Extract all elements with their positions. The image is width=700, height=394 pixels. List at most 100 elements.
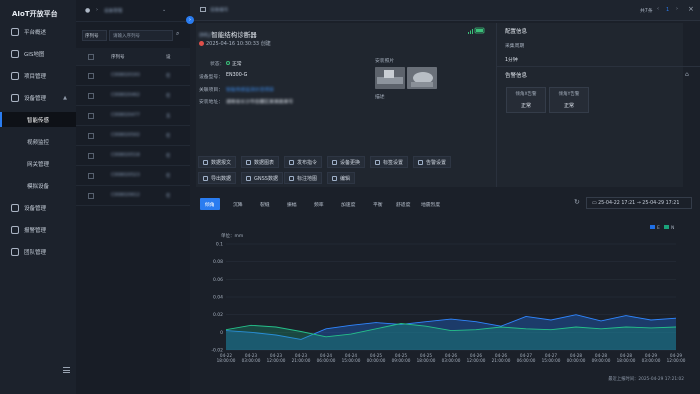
chart-tab[interactable]: 加速度 xyxy=(336,198,360,210)
equipment-icon xyxy=(11,203,19,212)
sidebar-item-smart-sensing[interactable]: 智能传感 xyxy=(0,112,76,127)
x-tick-label: 04-29 03:00:00 xyxy=(642,353,661,363)
search-input[interactable]: 请输入序列号 xyxy=(109,30,173,41)
x-tick-label: 04-25 18:00:00 xyxy=(417,353,436,363)
edit-button[interactable]: 编辑 xyxy=(327,172,356,184)
row-checkbox[interactable] xyxy=(88,112,94,119)
data-message-button[interactable]: 数据报文 xyxy=(198,156,237,168)
collapse-panel-button[interactable]: › xyxy=(186,16,194,24)
gnss-data-button[interactable]: GNSS数据 xyxy=(241,172,283,184)
x-tick-label: 04-28 00:00:00 xyxy=(567,353,586,363)
chart-tab[interactable]: 地震烈度 xyxy=(416,198,445,210)
sidebar-item-team[interactable]: 团队管理 xyxy=(0,244,76,259)
chevron-down-icon[interactable]: ⌄ xyxy=(162,7,166,13)
x-tick-label: 04-23 03:00:00 xyxy=(242,353,261,363)
row-checkbox[interactable] xyxy=(88,92,94,99)
model-value: EN300-G xyxy=(226,73,248,78)
export-data-button[interactable]: 导出数据 xyxy=(198,172,237,184)
filter-select[interactable]: 序列号 xyxy=(82,30,107,41)
menu-toggle-icon[interactable] xyxy=(63,367,70,373)
alarm-y-box: 倾角Y告警 正常 xyxy=(549,87,589,113)
sidebar-item-video[interactable]: 视频监控 xyxy=(0,134,76,149)
row-checkbox[interactable] xyxy=(88,152,94,159)
alarm-settings-button[interactable]: 告警设置 xyxy=(413,156,452,168)
table-row[interactable]: C008020612 在 xyxy=(76,186,190,206)
row-checkbox[interactable] xyxy=(88,172,94,179)
x-tick-label: 04-27 06:00:00 xyxy=(517,353,536,363)
y-unit-label: 单位：mm xyxy=(221,232,243,239)
sidebar-item-gateway[interactable]: 网关管理 xyxy=(0,156,76,171)
tag-settings-button[interactable]: 标签设置 xyxy=(370,156,409,168)
chart-tab[interactable]: 舒适度 xyxy=(391,198,415,210)
divider xyxy=(496,66,700,67)
prev-page-button[interactable]: ‹ xyxy=(657,6,659,12)
chart-tab[interactable]: 裂缝 xyxy=(255,198,275,210)
alarm-x-box: 倾角X告警 正常 xyxy=(506,87,546,113)
project-label: 关联项目： xyxy=(199,88,223,93)
chart-tab[interactable]: 平衡 xyxy=(368,198,388,210)
table-row[interactable]: C008020502 在 xyxy=(76,126,190,146)
date-range-picker[interactable]: ▭ 25-04-22 17:21 → 25-04-29 17:21 xyxy=(586,197,692,209)
x-tick-label: 04-28 09:00:00 xyxy=(592,353,611,363)
x-tick-label: 04-23 21:00:00 xyxy=(292,353,311,363)
device-icon xyxy=(11,93,19,102)
x-tick-label: 04-24 06:00:00 xyxy=(317,353,336,363)
sidebar-item-alarms[interactable]: 报警管理 xyxy=(0,222,76,237)
x-tick-label: 04-28 18:00:00 xyxy=(617,353,636,363)
period-value: 1分钟 xyxy=(505,58,518,63)
table-row[interactable]: C008020462 在 xyxy=(76,86,190,106)
y-tick-label: 0.08 xyxy=(213,259,223,265)
x-tick-label: 04-26 03:00:00 xyxy=(442,353,461,363)
x-tick-label: 04-27 15:00:00 xyxy=(542,353,561,363)
column-serial: 序列号 xyxy=(111,54,125,60)
select-all-checkbox[interactable] xyxy=(88,53,94,60)
device-table: 序列号 设 C008020193 在 C008020462 在 C008020477… xyxy=(76,48,190,206)
x-tick-label: 04-23 12:00:00 xyxy=(267,353,286,363)
data-chart-button[interactable]: 数据图表 xyxy=(241,156,280,168)
sidebar-item-simulated[interactable]: 模拟设备 xyxy=(0,178,76,193)
sidebar-item-device-mgmt[interactable]: 设备管理 ▲ xyxy=(0,90,76,105)
mark-map-button[interactable]: 标注地图 xyxy=(284,172,323,184)
send-command-button[interactable]: 发布指令 xyxy=(284,156,323,168)
sidebar-item-overview[interactable]: 平台概述 xyxy=(0,24,76,39)
x-tick-label: 04-24 15:00:00 xyxy=(342,353,361,363)
alarm-title: 告警信息 xyxy=(505,73,528,79)
signal-battery-icon xyxy=(468,27,485,34)
search-icon[interactable]: ⌕ xyxy=(176,30,188,41)
chart-tab[interactable]: 振幅 xyxy=(282,198,302,210)
home-icon[interactable]: ⌂ xyxy=(685,71,689,78)
sidebar-item-equipment[interactable]: 设备管理 xyxy=(0,200,76,215)
install-photo-2[interactable] xyxy=(407,67,437,89)
x-tick-label: 04-22 18:00:00 xyxy=(217,353,236,363)
project-link[interactable]: 智能传感监测示范项目 xyxy=(226,86,274,93)
row-checkbox[interactable] xyxy=(88,192,94,199)
chart-tab[interactable]: 频率 xyxy=(309,198,329,210)
folder-icon xyxy=(11,71,19,80)
device-title: IMU智能结构诊断器 xyxy=(199,31,257,39)
sidebar-item-gis[interactable]: GIS地图 xyxy=(0,46,76,61)
status-label: 状态： xyxy=(210,62,225,67)
replace-device-button[interactable]: 设备更换 xyxy=(327,156,366,168)
chart-tab[interactable]: 倾角 xyxy=(200,198,220,210)
refresh-icon[interactable]: ↻ xyxy=(574,198,580,206)
table-row[interactable]: C008020193 在 xyxy=(76,66,190,86)
table-row[interactable]: C008020477 五 xyxy=(76,106,190,126)
sidebar-item-projects[interactable]: 项目管理 xyxy=(0,68,76,83)
tag-icon xyxy=(375,159,380,165)
table-row[interactable]: C008020523 在 xyxy=(76,166,190,186)
x-tick-label: 04-26 21:00:00 xyxy=(492,353,511,363)
close-icon[interactable]: × xyxy=(688,5,694,13)
table-row[interactable]: C008020518 在 xyxy=(76,146,190,166)
chart-icon xyxy=(246,159,251,165)
help-icon[interactable]: ● xyxy=(85,7,90,14)
next-page-button[interactable]: › xyxy=(676,6,678,12)
page-number[interactable]: 1 xyxy=(666,7,669,13)
row-checkbox[interactable] xyxy=(88,72,94,79)
created-time: 2025-04-16 10:30:33 创建 xyxy=(199,40,271,47)
chart-tab[interactable]: 沉降 xyxy=(228,198,248,210)
breadcrumb[interactable]: 设备管理 xyxy=(104,8,122,14)
download-icon xyxy=(246,175,251,181)
device-tag: 设备编号 xyxy=(210,8,229,13)
row-checkbox[interactable] xyxy=(88,132,94,139)
install-photo-1[interactable] xyxy=(375,67,405,89)
